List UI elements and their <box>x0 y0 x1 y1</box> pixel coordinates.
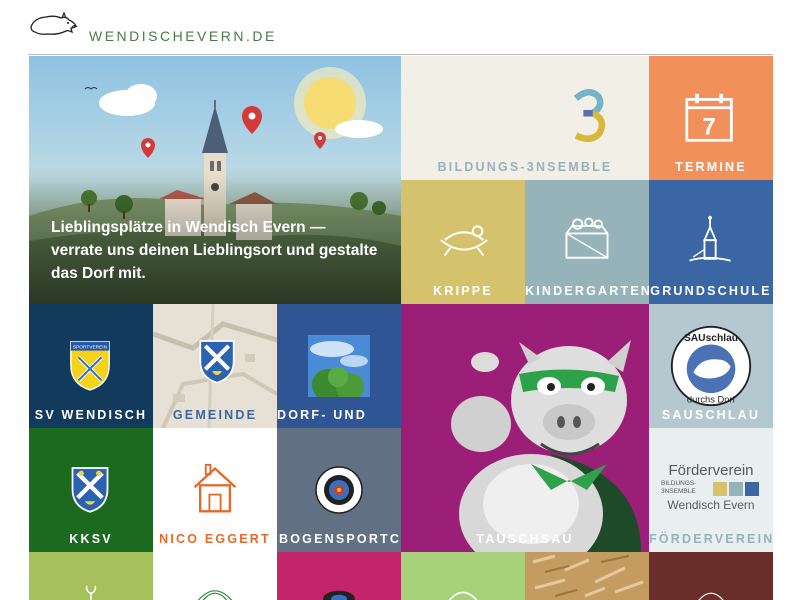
tile-gemeinde[interactable]: GEMEINDE <box>153 304 277 428</box>
tile-sauschlau-durchs-dorf[interactable]: SAUschlau durchs Dorf SAUSCHLAU DURCHS D… <box>649 304 773 428</box>
tile-label: NICO EGGERT <box>159 532 271 546</box>
tile-label: SV WENDISCH EVERN <box>34 408 148 428</box>
hero-tile[interactable]: Lieblingsplätze in Wendisch Evern — verr… <box>29 56 401 304</box>
tree-sky-photo <box>308 335 370 397</box>
arc-icon <box>197 590 233 600</box>
tile-termine[interactable]: 7 TERMINE <box>649 56 773 180</box>
pig-mascot-image <box>451 340 641 552</box>
wood-chips-photo <box>525 552 649 600</box>
tile-label: KRIPPE <box>433 284 493 298</box>
map-pin-icon <box>242 106 262 134</box>
tile-bogensportclub[interactable]: BOGENSPORTCLUB <box>277 428 401 552</box>
toybox-icon <box>565 217 609 259</box>
arch-icon <box>698 592 724 600</box>
tile-partial-2[interactable] <box>153 552 277 600</box>
three-logo-icon <box>573 89 606 142</box>
house-icon <box>193 463 237 513</box>
tile-krippe[interactable]: KRIPPE <box>401 180 525 304</box>
sauschlau-logo-icon: SAUschlau durchs Dorf <box>670 325 752 407</box>
leaf-icon <box>85 585 97 600</box>
tile-nico-eggert[interactable]: NICO EGGERT <box>153 428 277 552</box>
school-bell-icon <box>689 215 731 262</box>
tile-label: GEMEINDE <box>172 408 258 422</box>
sportverein-crest-icon: SPORTVEREIN <box>70 341 110 391</box>
tile-partial-1[interactable] <box>29 552 153 600</box>
archery-target-icon <box>315 466 363 514</box>
tile-partial-5[interactable] <box>525 552 649 600</box>
tile-label: BILDUNGS-3NSEMBLE <box>437 160 613 174</box>
hero-text[interactable]: Lieblingsplätze in Wendisch Evern — verr… <box>51 216 381 285</box>
tile-label: TERMINE <box>675 160 747 174</box>
tile-bildungs-3nsemble[interactable]: BILDUNGS-3NSEMBLE <box>401 56 649 180</box>
tile-sv-wendisch-evern[interactable]: SPORTVEREIN SV WENDISCH EVERN <box>29 304 153 428</box>
tile-kindergarten[interactable]: KINDERGARTEN <box>525 180 649 304</box>
tile-foerderverein[interactable]: Förderverein BILDUNGS- 3NSEMBLE Wendisch… <box>649 428 773 552</box>
tile-label: BOGENSPORTCLUB <box>279 532 401 546</box>
svg-text:durchs Dorf: durchs Dorf <box>687 394 736 404</box>
round-logo-icon <box>323 590 355 600</box>
bildungs-icons <box>713 482 759 501</box>
header-divider <box>28 54 773 55</box>
calendar-icon: 7 <box>685 93 733 142</box>
tile-label: KINDERGARTEN <box>525 284 649 298</box>
tile-grundschule[interactable]: GRUNDSCHULE <box>649 180 773 304</box>
svg-text:SAUschlau: SAUschlau <box>684 333 738 344</box>
tile-tauschsau[interactable]: TAUSCHSAU <box>401 304 649 552</box>
tile-partial-3[interactable] <box>277 552 401 600</box>
tile-partial-6[interactable] <box>649 552 773 600</box>
tile-label: GRUNDSCHULE <box>650 284 772 298</box>
svg-text:SPORTVEREIN: SPORTVEREIN <box>73 345 108 351</box>
gemeinde-crest-icon <box>199 340 235 384</box>
tile-label: SAUSCHLAU DURCHS DORF <box>653 408 767 428</box>
tile-kksv[interactable]: KKSV <box>29 428 153 552</box>
site-title[interactable]: WENDISCHEVERN.DE <box>89 28 277 44</box>
circle-logo-icon <box>448 591 478 600</box>
site-header: WENDISCHEVERN.DE <box>0 0 800 55</box>
foerderverein-logo: Förderverein BILDUNGS- 3NSEMBLE Wendisch… <box>657 462 765 513</box>
tile-partial-4[interactable] <box>401 552 525 600</box>
tile-label: KKSV <box>69 532 113 546</box>
tile-dorf-und-schulentwicklung[interactable]: DORF- UND SCHULENTWICKLUNG <box>277 304 447 440</box>
kksv-crest-icon <box>71 467 109 513</box>
cradle-icon <box>440 225 488 256</box>
tile-label: TAUSCHSAU <box>476 532 574 546</box>
svg-text:7: 7 <box>702 114 715 141</box>
boar-logo-icon[interactable] <box>28 10 78 40</box>
tile-label: FÖRDERVEREIN <box>649 532 773 546</box>
